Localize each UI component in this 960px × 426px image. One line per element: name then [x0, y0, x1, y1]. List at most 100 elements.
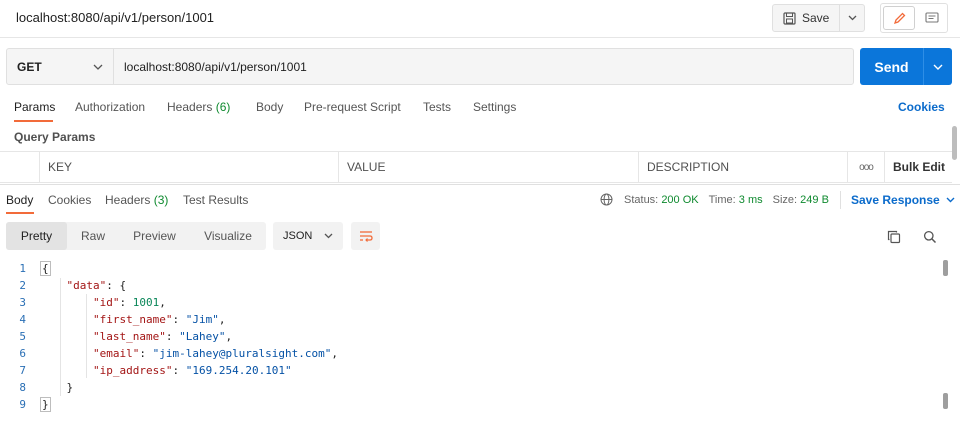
code-text: "data": { [66, 279, 127, 292]
description-column-header: DESCRIPTION [639, 152, 848, 182]
response-tab-cookies[interactable]: Cookies [48, 193, 91, 207]
tab-params[interactable]: Params [14, 100, 55, 114]
method-select[interactable]: GET [7, 49, 114, 84]
json-key: "email" [92, 347, 140, 360]
json-string: "Lahey" [179, 330, 226, 343]
tab-headers[interactable]: Headers (6) [167, 100, 230, 114]
globe-icon[interactable] [600, 193, 613, 206]
json-key: "last_name" [92, 330, 166, 343]
response-scrollbar-bottom[interactable] [943, 393, 948, 409]
tab-tests[interactable]: Tests [423, 100, 451, 114]
send-button[interactable]: Send [860, 48, 924, 85]
json-string: "Jim" [185, 313, 219, 326]
code-brace: } [40, 397, 51, 412]
code-text: } [40, 381, 74, 394]
tab-settings[interactable]: Settings [473, 100, 516, 114]
line-number: 2 [19, 279, 26, 292]
response-body-editor[interactable]: 1{ 2 "data": { 3 "id": 1001, 4 "first_na… [0, 260, 940, 420]
edit-mode-button[interactable] [883, 6, 915, 30]
tab-prerequest-script[interactable]: Pre-request Script [304, 100, 401, 114]
comments-mode-button[interactable] [917, 4, 947, 32]
code-line: 7 "ip_address": "169.254.20.101" [0, 362, 292, 379]
save-button-group: Save [772, 4, 866, 32]
save-button[interactable]: Save [773, 5, 841, 31]
bulk-edit-button[interactable]: Bulk Edit [884, 152, 952, 182]
code-line: 4 "first_name": "Jim", [0, 311, 225, 328]
tab-headers-label: Headers [167, 100, 213, 114]
view-raw[interactable]: Raw [67, 222, 119, 250]
response-tab-headers[interactable]: Headers (3) [105, 193, 168, 207]
format-select[interactable]: JSON [273, 222, 343, 250]
active-tab-indicator [14, 120, 53, 122]
copy-icon [887, 230, 901, 244]
response-status: Status: 200 OK Time: 3 ms Size: 249 B [600, 193, 829, 206]
key-column-header: KEY [40, 152, 339, 182]
response-scrollbar-top[interactable] [943, 260, 948, 276]
active-response-tab-indicator [6, 212, 34, 214]
copy-button[interactable] [884, 227, 904, 247]
request-title[interactable]: localhost:8080/api/v1/person/1001 [16, 10, 214, 25]
save-label: Save [802, 11, 830, 25]
chevron-down-icon [324, 233, 333, 239]
more-options-icon[interactable]: ooo [848, 152, 884, 182]
line-number: 7 [19, 364, 26, 377]
status-value[interactable]: 200 OK [661, 194, 698, 206]
url-input[interactable]: localhost:8080/api/v1/person/1001 [114, 49, 853, 84]
code-line: 3 "id": 1001, [0, 294, 166, 311]
save-options-button[interactable] [840, 5, 864, 31]
code-line: 2 "data": { [0, 277, 126, 294]
view-mode-toggle [880, 3, 948, 33]
save-response-button[interactable]: Save Response [851, 193, 955, 207]
code-line: 6 "email": "jim-lahey@pluralsight.com", [0, 345, 338, 362]
chevron-down-icon [946, 197, 955, 203]
save-response-label: Save Response [851, 193, 940, 207]
view-pretty[interactable]: Pretty [6, 222, 67, 250]
code-line: 9} [0, 396, 51, 413]
size-value[interactable]: 249 B [800, 194, 829, 206]
search-icon [923, 230, 937, 244]
send-button-group: Send [860, 48, 952, 85]
send-options-button[interactable] [924, 48, 952, 85]
cookies-link[interactable]: Cookies [898, 100, 945, 114]
time-label: Time: [708, 193, 736, 206]
wrap-lines-button[interactable] [351, 222, 380, 250]
divider [840, 191, 841, 209]
code-text: "last_name": "Lahey", [92, 330, 233, 343]
row-checkbox-column [0, 152, 40, 182]
code-line: 8 } [0, 379, 73, 396]
format-label: JSON [283, 230, 313, 242]
code-text: "email": "jim-lahey@pluralsight.com", [92, 347, 339, 360]
chevron-down-icon [933, 64, 943, 70]
line-number: 3 [19, 296, 26, 309]
json-key: "data" [66, 279, 107, 292]
response-tab-headers-count: (3) [153, 193, 169, 207]
search-button[interactable] [920, 227, 940, 247]
comment-icon [925, 12, 939, 23]
line-number: 8 [19, 381, 26, 394]
code-brace: { [40, 261, 51, 276]
tab-body[interactable]: Body [256, 100, 283, 114]
method-label: GET [17, 59, 42, 74]
view-visualize[interactable]: Visualize [190, 222, 266, 250]
code-line: 5 "last_name": "Lahey", [0, 328, 232, 345]
response-header-bar: Body Cookies Headers (3) Test Results St… [0, 184, 960, 214]
line-number: 6 [19, 347, 26, 360]
json-string: "169.254.20.101" [185, 364, 292, 377]
tab-authorization[interactable]: Authorization [75, 100, 145, 114]
response-tab-headers-label: Headers [105, 193, 151, 207]
status-label: Status: [624, 193, 659, 206]
view-preview[interactable]: Preview [119, 222, 190, 250]
save-icon [783, 11, 796, 25]
request-tabs: Params Authorization Headers (6) Body Pr… [0, 96, 960, 122]
response-tab-body[interactable]: Body [6, 193, 33, 207]
wrap-lines-icon [359, 231, 373, 242]
time-value[interactable]: 3 ms [739, 194, 763, 206]
line-number: 9 [19, 398, 26, 411]
response-tab-test-results[interactable]: Test Results [183, 193, 248, 207]
json-number: 1001 [132, 296, 160, 309]
request-scrollbar[interactable] [952, 126, 957, 160]
value-column-header: VALUE [339, 152, 639, 182]
code-text: "id": 1001, [92, 296, 166, 309]
pencil-icon [893, 12, 905, 24]
url-bar: GET localhost:8080/api/v1/person/1001 [6, 48, 854, 85]
